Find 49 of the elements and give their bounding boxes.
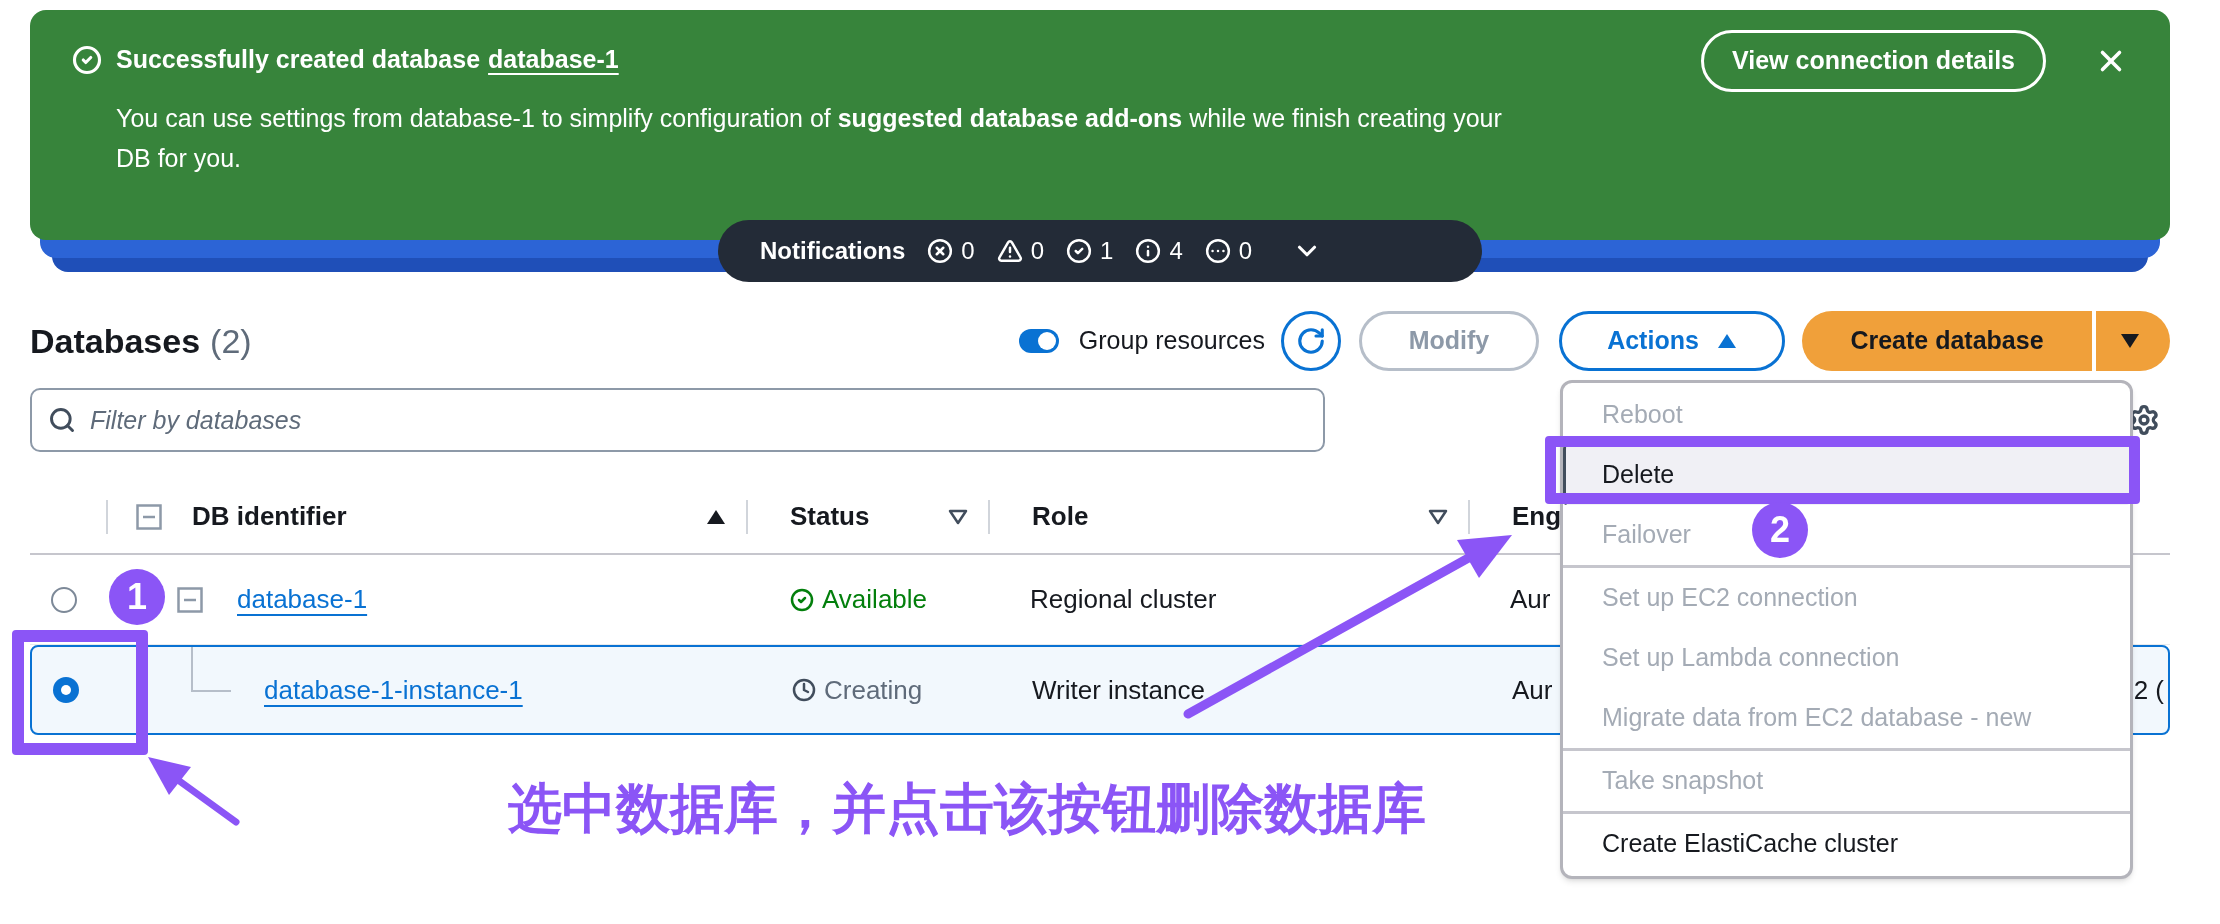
status-text: Available: [822, 583, 928, 616]
sort-ascending-icon[interactable]: [706, 508, 726, 525]
caret-icon: [2120, 333, 2140, 349]
notification-count: 0: [1030, 236, 1045, 266]
collapse-all-icon[interactable]: [136, 503, 162, 530]
page-heading: Databases: [30, 320, 201, 362]
radio-button[interactable]: [51, 586, 77, 613]
notification-count: 4: [1169, 236, 1183, 266]
role-text: Writer instance: [1032, 674, 1205, 705]
actions-button[interactable]: Actions: [1559, 311, 1785, 371]
title-link[interactable]: database-1: [488, 41, 619, 79]
filter-field[interactable]: Filter by databases: [30, 388, 1325, 452]
toggle-label: Group resources: [1078, 325, 1265, 357]
item-count: (2): [210, 320, 252, 362]
column-header[interactable]: DB identifier: [192, 497, 347, 536]
notification-count: 1: [1100, 236, 1114, 266]
notification-count: 0: [961, 236, 975, 266]
column-header[interactable]: Eng: [1512, 497, 1562, 536]
banner-message: You can use settings from database-1 to simplify configuration of suggested database add-ons while we finish creating your DB for you.: [116, 103, 1503, 174]
menu-item[interactable]: Create ElastiCache cluster: [1602, 825, 1898, 863]
toggle-switch[interactable]: [1018, 329, 1059, 353]
status-text: Creating: [824, 673, 923, 707]
create-database-button[interactable]: Create database: [1802, 311, 2092, 371]
engine-text: Aur: [1512, 673, 1553, 707]
notification-count: 0: [1238, 236, 1253, 266]
engine-text: 2 (: [2133, 673, 2164, 707]
radio-button[interactable]: [53, 677, 79, 703]
engine-text: Aur: [1510, 583, 1551, 616]
view-connection-details-button[interactable]: View connection details: [1701, 30, 2046, 92]
sort-icon[interactable]: [948, 508, 968, 525]
annotation-caption: 选中数据库，并点击该按钮删除数据库: [508, 777, 1426, 840]
sort-icon[interactable]: [1428, 508, 1448, 525]
refresh-icon: [1296, 326, 1326, 356]
notifications-label: Notifications: [760, 236, 906, 266]
column-header[interactable]: Status: [790, 497, 870, 536]
search-icon: [48, 406, 76, 434]
tree-line: [191, 647, 231, 693]
notifications-bar[interactable]: Notifications 0 0 1 4 0: [718, 220, 1482, 282]
database-link[interactable]: database-1: [237, 580, 368, 619]
step-badge: 1: [109, 569, 165, 625]
role-text: Regional cluster: [1030, 584, 1217, 614]
collapse-toggle-icon[interactable]: [177, 586, 203, 613]
database-link[interactable]: database-1-instance-1: [264, 670, 523, 710]
column-header[interactable]: Role: [1032, 497, 1089, 536]
refresh-button[interactable]: [1281, 311, 1341, 371]
create-options-button[interactable]: [2096, 311, 2170, 371]
banner-title: Successfully created database: [116, 44, 481, 76]
caret-icon: [1716, 333, 1737, 349]
success-icon: [72, 45, 102, 75]
